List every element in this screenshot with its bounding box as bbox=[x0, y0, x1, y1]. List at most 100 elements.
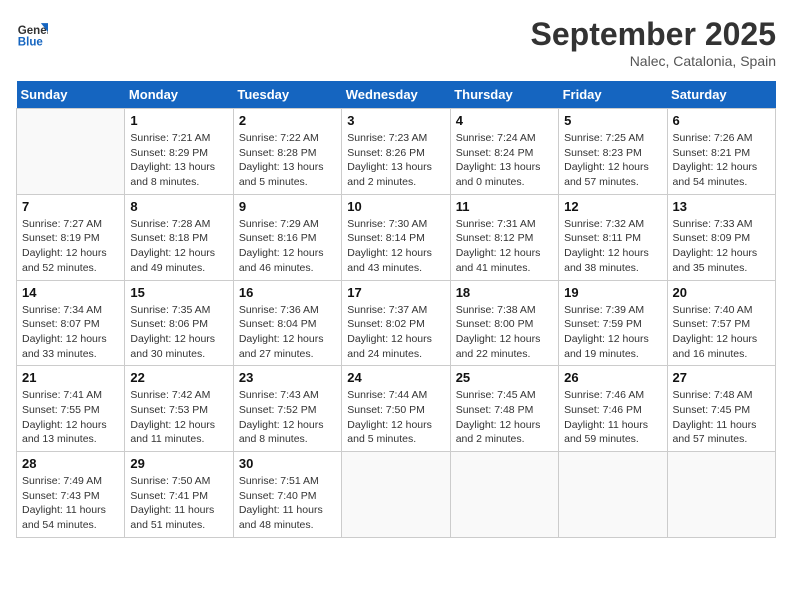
day-number: 27 bbox=[673, 370, 770, 385]
day-number: 15 bbox=[130, 285, 227, 300]
day-info: Sunrise: 7:39 AM Sunset: 7:59 PM Dayligh… bbox=[564, 303, 661, 362]
day-info: Sunrise: 7:26 AM Sunset: 8:21 PM Dayligh… bbox=[673, 131, 770, 190]
day-number: 23 bbox=[239, 370, 336, 385]
day-info: Sunrise: 7:21 AM Sunset: 8:29 PM Dayligh… bbox=[130, 131, 227, 190]
day-info: Sunrise: 7:38 AM Sunset: 8:00 PM Dayligh… bbox=[456, 303, 553, 362]
calendar-cell: 21 Sunrise: 7:41 AM Sunset: 7:55 PM Dayli… bbox=[17, 366, 125, 452]
calendar-cell: 6Sunrise: 7:26 AM Sunset: 8:21 PM Daylig… bbox=[667, 109, 775, 195]
day-info: Sunrise: 7:33 AM Sunset: 8:09 PM Dayligh… bbox=[673, 217, 770, 276]
title-block: September 2025 Nalec, Catalonia, Spain bbox=[531, 16, 776, 69]
day-info: Sunrise: 7:22 AM Sunset: 8:28 PM Dayligh… bbox=[239, 131, 336, 190]
day-number: 2 bbox=[239, 113, 336, 128]
calendar-cell: 11 Sunrise: 7:31 AM Sunset: 8:12 PM Dayli… bbox=[450, 194, 558, 280]
calendar-cell: 14 Sunrise: 7:34 AM Sunset: 8:07 PM Dayli… bbox=[17, 280, 125, 366]
day-number: 18 bbox=[456, 285, 553, 300]
calendar-cell: 5 Sunrise: 7:25 AM Sunset: 8:23 PM Daylig… bbox=[559, 109, 667, 195]
day-number: 3 bbox=[347, 113, 444, 128]
day-info: Sunrise: 7:49 AM Sunset: 7:43 PM Dayligh… bbox=[22, 474, 119, 533]
day-info: Sunrise: 7:25 AM Sunset: 8:23 PM Dayligh… bbox=[564, 131, 661, 190]
day-number: 20 bbox=[673, 285, 770, 300]
weekday-header-tuesday: Tuesday bbox=[233, 81, 341, 109]
day-info: Sunrise: 7:35 AM Sunset: 8:06 PM Dayligh… bbox=[130, 303, 227, 362]
day-info: Sunrise: 7:29 AM Sunset: 8:16 PM Dayligh… bbox=[239, 217, 336, 276]
svg-text:General: General bbox=[18, 25, 48, 37]
logo: General Blue bbox=[16, 16, 48, 48]
calendar-week-row: 1 Sunrise: 7:21 AM Sunset: 8:29 PM Daylig… bbox=[17, 109, 776, 195]
calendar-cell: 28 Sunrise: 7:49 AM Sunset: 7:43 PM Dayli… bbox=[17, 452, 125, 538]
calendar-cell: 15 Sunrise: 7:35 AM Sunset: 8:06 PM Dayli… bbox=[125, 280, 233, 366]
day-number: 21 bbox=[22, 370, 119, 385]
day-info: Sunrise: 7:28 AM Sunset: 8:18 PM Dayligh… bbox=[130, 217, 227, 276]
calendar-cell: 20 Sunrise: 7:40 AM Sunset: 7:57 PM Dayli… bbox=[667, 280, 775, 366]
calendar-cell: 8Sunrise: 7:28 AM Sunset: 8:18 PM Daylig… bbox=[125, 194, 233, 280]
day-number: 14 bbox=[22, 285, 119, 300]
location: Nalec, Catalonia, Spain bbox=[531, 53, 776, 69]
day-info: Sunrise: 7:46 AM Sunset: 7:46 PM Dayligh… bbox=[564, 388, 661, 447]
day-number: 22 bbox=[130, 370, 227, 385]
day-info: Sunrise: 7:34 AM Sunset: 8:07 PM Dayligh… bbox=[22, 303, 119, 362]
day-info: Sunrise: 7:50 AM Sunset: 7:41 PM Dayligh… bbox=[130, 474, 227, 533]
calendar-week-row: 7 Sunrise: 7:27 AM Sunset: 8:19 PM Daylig… bbox=[17, 194, 776, 280]
day-number: 25 bbox=[456, 370, 553, 385]
day-number: 11 bbox=[456, 199, 553, 214]
day-number: 1 bbox=[130, 113, 227, 128]
calendar-cell: 2 Sunrise: 7:22 AM Sunset: 8:28 PM Daylig… bbox=[233, 109, 341, 195]
calendar-cell: 26 Sunrise: 7:46 AM Sunset: 7:46 PM Dayli… bbox=[559, 366, 667, 452]
calendar-cell bbox=[17, 109, 125, 195]
calendar-cell bbox=[559, 452, 667, 538]
calendar-week-row: 14 Sunrise: 7:34 AM Sunset: 8:07 PM Dayli… bbox=[17, 280, 776, 366]
day-number: 29 bbox=[130, 456, 227, 471]
day-info: Sunrise: 7:41 AM Sunset: 7:55 PM Dayligh… bbox=[22, 388, 119, 447]
day-number: 5 bbox=[564, 113, 661, 128]
calendar-cell: 4 Sunrise: 7:24 AM Sunset: 8:24 PM Daylig… bbox=[450, 109, 558, 195]
day-number: 16 bbox=[239, 285, 336, 300]
day-info: Sunrise: 7:45 AM Sunset: 7:48 PM Dayligh… bbox=[456, 388, 553, 447]
weekday-header-friday: Friday bbox=[559, 81, 667, 109]
day-info: Sunrise: 7:24 AM Sunset: 8:24 PM Dayligh… bbox=[456, 131, 553, 190]
weekday-header-wednesday: Wednesday bbox=[342, 81, 450, 109]
calendar-cell: 10 Sunrise: 7:30 AM Sunset: 8:14 PM Dayli… bbox=[342, 194, 450, 280]
calendar-cell: 17 Sunrise: 7:37 AM Sunset: 8:02 PM Dayli… bbox=[342, 280, 450, 366]
day-number: 17 bbox=[347, 285, 444, 300]
day-info: Sunrise: 7:31 AM Sunset: 8:12 PM Dayligh… bbox=[456, 217, 553, 276]
month-title: September 2025 bbox=[531, 16, 776, 53]
day-info: Sunrise: 7:37 AM Sunset: 8:02 PM Dayligh… bbox=[347, 303, 444, 362]
day-number: 10 bbox=[347, 199, 444, 214]
day-number: 26 bbox=[564, 370, 661, 385]
calendar-cell bbox=[342, 452, 450, 538]
day-number: 30 bbox=[239, 456, 336, 471]
day-info: Sunrise: 7:23 AM Sunset: 8:26 PM Dayligh… bbox=[347, 131, 444, 190]
calendar-cell: 7 Sunrise: 7:27 AM Sunset: 8:19 PM Daylig… bbox=[17, 194, 125, 280]
calendar-cell: 19Sunrise: 7:39 AM Sunset: 7:59 PM Dayli… bbox=[559, 280, 667, 366]
day-info: Sunrise: 7:51 AM Sunset: 7:40 PM Dayligh… bbox=[239, 474, 336, 533]
logo-icon: General Blue bbox=[16, 16, 48, 48]
page-header: General Blue September 2025 Nalec, Catal… bbox=[16, 16, 776, 69]
calendar-cell: 27 Sunrise: 7:48 AM Sunset: 7:45 PM Dayli… bbox=[667, 366, 775, 452]
day-info: Sunrise: 7:30 AM Sunset: 8:14 PM Dayligh… bbox=[347, 217, 444, 276]
calendar-week-row: 28 Sunrise: 7:49 AM Sunset: 7:43 PM Dayli… bbox=[17, 452, 776, 538]
day-number: 7 bbox=[22, 199, 119, 214]
day-info: Sunrise: 7:43 AM Sunset: 7:52 PM Dayligh… bbox=[239, 388, 336, 447]
calendar-table: SundayMondayTuesdayWednesdayThursdayFrid… bbox=[16, 81, 776, 538]
calendar-cell: 16 Sunrise: 7:36 AM Sunset: 8:04 PM Dayli… bbox=[233, 280, 341, 366]
calendar-cell bbox=[667, 452, 775, 538]
day-info: Sunrise: 7:44 AM Sunset: 7:50 PM Dayligh… bbox=[347, 388, 444, 447]
day-number: 12 bbox=[564, 199, 661, 214]
calendar-week-row: 21 Sunrise: 7:41 AM Sunset: 7:55 PM Dayli… bbox=[17, 366, 776, 452]
day-info: Sunrise: 7:48 AM Sunset: 7:45 PM Dayligh… bbox=[673, 388, 770, 447]
weekday-header-sunday: Sunday bbox=[17, 81, 125, 109]
calendar-cell: 24Sunrise: 7:44 AM Sunset: 7:50 PM Dayli… bbox=[342, 366, 450, 452]
calendar-cell: 25 Sunrise: 7:45 AM Sunset: 7:48 PM Dayli… bbox=[450, 366, 558, 452]
calendar-cell: 22Sunrise: 7:42 AM Sunset: 7:53 PM Dayli… bbox=[125, 366, 233, 452]
calendar-cell: 29 Sunrise: 7:50 AM Sunset: 7:41 PM Dayli… bbox=[125, 452, 233, 538]
day-number: 4 bbox=[456, 113, 553, 128]
calendar-cell: 12Sunrise: 7:32 AM Sunset: 8:11 PM Dayli… bbox=[559, 194, 667, 280]
weekday-header-monday: Monday bbox=[125, 81, 233, 109]
day-info: Sunrise: 7:40 AM Sunset: 7:57 PM Dayligh… bbox=[673, 303, 770, 362]
calendar-cell: 18 Sunrise: 7:38 AM Sunset: 8:00 PM Dayli… bbox=[450, 280, 558, 366]
day-number: 13 bbox=[673, 199, 770, 214]
day-number: 28 bbox=[22, 456, 119, 471]
day-info: Sunrise: 7:36 AM Sunset: 8:04 PM Dayligh… bbox=[239, 303, 336, 362]
day-info: Sunrise: 7:27 AM Sunset: 8:19 PM Dayligh… bbox=[22, 217, 119, 276]
calendar-cell: 13 Sunrise: 7:33 AM Sunset: 8:09 PM Dayli… bbox=[667, 194, 775, 280]
